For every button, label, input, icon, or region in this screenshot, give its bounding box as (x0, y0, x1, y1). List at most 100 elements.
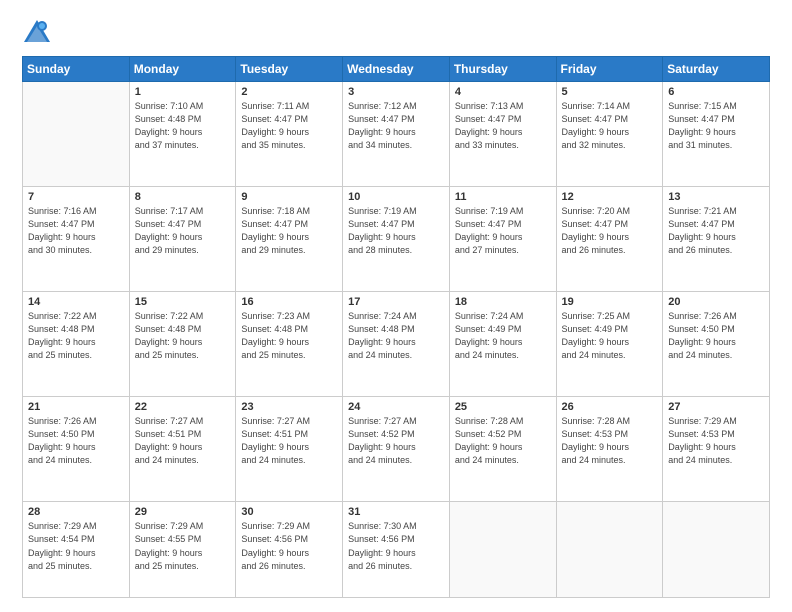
calendar-cell: 20 Sunrise: 7:26 AM Sunset: 4:50 PM Dayli… (663, 292, 770, 397)
day-info: Sunrise: 7:29 AM Sunset: 4:54 PM Dayligh… (28, 520, 124, 572)
calendar-cell (556, 502, 663, 598)
calendar-cell: 21Sunrise: 7:26 AM Sunset: 4:50 PM Dayli… (23, 397, 130, 502)
day-info: Sunrise: 7:11 AM Sunset: 4:47 PM Dayligh… (241, 100, 337, 152)
day-info: Sunrise: 7:21 AM Sunset: 4:47 PM Dayligh… (668, 205, 764, 257)
calendar-cell: 5 Sunrise: 7:14 AM Sunset: 4:47 PM Daylig… (556, 82, 663, 187)
day-info: Sunrise: 7:26 AM Sunset: 4:50 PM Dayligh… (28, 415, 124, 467)
day-number: 7 (28, 191, 124, 203)
day-number: 29 (135, 506, 231, 518)
header (22, 18, 770, 46)
day-number: 16 (241, 296, 337, 308)
calendar-cell: 28 Sunrise: 7:29 AM Sunset: 4:54 PM Dayli… (23, 502, 130, 598)
calendar-cell: 15 Sunrise: 7:22 AM Sunset: 4:48 PM Dayli… (129, 292, 236, 397)
day-info: Sunrise: 7:29 AM Sunset: 4:53 PM Dayligh… (668, 415, 764, 467)
day-number: 1 (135, 86, 231, 98)
calendar-cell: 17 Sunrise: 7:24 AM Sunset: 4:48 PM Dayli… (343, 292, 450, 397)
calendar-cell: 25 Sunrise: 7:28 AM Sunset: 4:52 PM Dayli… (449, 397, 556, 502)
day-info: Sunrise: 7:30 AM Sunset: 4:56 PM Dayligh… (348, 520, 444, 572)
calendar-cell: 6 Sunrise: 7:15 AM Sunset: 4:47 PM Daylig… (663, 82, 770, 187)
day-number: 27 (668, 401, 764, 413)
day-info: Sunrise: 7:22 AM Sunset: 4:48 PM Dayligh… (135, 310, 231, 362)
day-info: Sunrise: 7:25 AM Sunset: 4:49 PM Dayligh… (562, 310, 658, 362)
day-number: 4 (455, 86, 551, 98)
calendar-cell: 1 Sunrise: 7:10 AM Sunset: 4:48 PM Daylig… (129, 82, 236, 187)
day-number: 17 (348, 296, 444, 308)
day-number: 26 (562, 401, 658, 413)
calendar-cell: 26Sunrise: 7:28 AM Sunset: 4:53 PM Dayli… (556, 397, 663, 502)
day-info: Sunrise: 7:29 AM Sunset: 4:56 PM Dayligh… (241, 520, 337, 572)
day-number: 15 (135, 296, 231, 308)
day-number: 28 (28, 506, 124, 518)
calendar-cell: 22 Sunrise: 7:27 AM Sunset: 4:51 PM Dayli… (129, 397, 236, 502)
calendar-cell: 11 Sunrise: 7:19 AM Sunset: 4:47 PM Dayli… (449, 187, 556, 292)
day-info: Sunrise: 7:18 AM Sunset: 4:47 PM Dayligh… (241, 205, 337, 257)
calendar-week-0: 1 Sunrise: 7:10 AM Sunset: 4:48 PM Daylig… (23, 82, 770, 187)
calendar-week-3: 21Sunrise: 7:26 AM Sunset: 4:50 PM Dayli… (23, 397, 770, 502)
calendar-cell: 3Sunrise: 7:12 AM Sunset: 4:47 PM Daylig… (343, 82, 450, 187)
day-number: 13 (668, 191, 764, 203)
day-number: 23 (241, 401, 337, 413)
calendar-header-tuesday: Tuesday (236, 57, 343, 82)
day-info: Sunrise: 7:22 AM Sunset: 4:48 PM Dayligh… (28, 310, 124, 362)
logo (22, 18, 56, 46)
calendar-cell: 10Sunrise: 7:19 AM Sunset: 4:47 PM Dayli… (343, 187, 450, 292)
day-info: Sunrise: 7:14 AM Sunset: 4:47 PM Dayligh… (562, 100, 658, 152)
calendar-cell: 12 Sunrise: 7:20 AM Sunset: 4:47 PM Dayli… (556, 187, 663, 292)
day-number: 18 (455, 296, 551, 308)
day-number: 11 (455, 191, 551, 203)
day-info: Sunrise: 7:15 AM Sunset: 4:47 PM Dayligh… (668, 100, 764, 152)
calendar-cell: 24 Sunrise: 7:27 AM Sunset: 4:52 PM Dayli… (343, 397, 450, 502)
calendar-cell: 13 Sunrise: 7:21 AM Sunset: 4:47 PM Dayli… (663, 187, 770, 292)
calendar-cell: 2Sunrise: 7:11 AM Sunset: 4:47 PM Daylig… (236, 82, 343, 187)
calendar-header-friday: Friday (556, 57, 663, 82)
calendar-week-2: 14Sunrise: 7:22 AM Sunset: 4:48 PM Dayli… (23, 292, 770, 397)
calendar-cell: 7 Sunrise: 7:16 AM Sunset: 4:47 PM Daylig… (23, 187, 130, 292)
day-info: Sunrise: 7:28 AM Sunset: 4:52 PM Dayligh… (455, 415, 551, 467)
day-info: Sunrise: 7:10 AM Sunset: 4:48 PM Dayligh… (135, 100, 231, 152)
calendar-cell: 4 Sunrise: 7:13 AM Sunset: 4:47 PM Daylig… (449, 82, 556, 187)
calendar-cell: 23Sunrise: 7:27 AM Sunset: 4:51 PM Dayli… (236, 397, 343, 502)
calendar-cell: 14Sunrise: 7:22 AM Sunset: 4:48 PM Dayli… (23, 292, 130, 397)
calendar-cell: 9 Sunrise: 7:18 AM Sunset: 4:47 PM Daylig… (236, 187, 343, 292)
day-number: 6 (668, 86, 764, 98)
day-info: Sunrise: 7:29 AM Sunset: 4:55 PM Dayligh… (135, 520, 231, 572)
day-info: Sunrise: 7:26 AM Sunset: 4:50 PM Dayligh… (668, 310, 764, 362)
day-info: Sunrise: 7:13 AM Sunset: 4:47 PM Dayligh… (455, 100, 551, 152)
day-info: Sunrise: 7:27 AM Sunset: 4:51 PM Dayligh… (135, 415, 231, 467)
day-info: Sunrise: 7:20 AM Sunset: 4:47 PM Dayligh… (562, 205, 658, 257)
calendar-cell (23, 82, 130, 187)
calendar-week-1: 7 Sunrise: 7:16 AM Sunset: 4:47 PM Daylig… (23, 187, 770, 292)
calendar-header-saturday: Saturday (663, 57, 770, 82)
day-number: 10 (348, 191, 444, 203)
calendar-header-row: SundayMondayTuesdayWednesdayThursdayFrid… (23, 57, 770, 82)
calendar-week-4: 28 Sunrise: 7:29 AM Sunset: 4:54 PM Dayli… (23, 502, 770, 598)
calendar-cell (663, 502, 770, 598)
page: SundayMondayTuesdayWednesdayThursdayFrid… (0, 0, 792, 612)
day-number: 25 (455, 401, 551, 413)
logo-icon (22, 18, 52, 46)
day-number: 24 (348, 401, 444, 413)
calendar-header-sunday: Sunday (23, 57, 130, 82)
day-number: 19 (562, 296, 658, 308)
day-info: Sunrise: 7:24 AM Sunset: 4:49 PM Dayligh… (455, 310, 551, 362)
day-number: 31 (348, 506, 444, 518)
day-info: Sunrise: 7:27 AM Sunset: 4:52 PM Dayligh… (348, 415, 444, 467)
calendar-cell: 30 Sunrise: 7:29 AM Sunset: 4:56 PM Dayli… (236, 502, 343, 598)
day-number: 22 (135, 401, 231, 413)
day-number: 12 (562, 191, 658, 203)
calendar-table: SundayMondayTuesdayWednesdayThursdayFrid… (22, 56, 770, 598)
day-info: Sunrise: 7:19 AM Sunset: 4:47 PM Dayligh… (455, 205, 551, 257)
day-number: 8 (135, 191, 231, 203)
day-number: 5 (562, 86, 658, 98)
day-number: 3 (348, 86, 444, 98)
day-info: Sunrise: 7:24 AM Sunset: 4:48 PM Dayligh… (348, 310, 444, 362)
calendar-cell (449, 502, 556, 598)
calendar-cell: 31 Sunrise: 7:30 AM Sunset: 4:56 PM Dayli… (343, 502, 450, 598)
day-info: Sunrise: 7:16 AM Sunset: 4:47 PM Dayligh… (28, 205, 124, 257)
calendar-cell: 27 Sunrise: 7:29 AM Sunset: 4:53 PM Dayli… (663, 397, 770, 502)
day-number: 20 (668, 296, 764, 308)
day-number: 9 (241, 191, 337, 203)
day-number: 30 (241, 506, 337, 518)
calendar-cell: 8Sunrise: 7:17 AM Sunset: 4:47 PM Daylig… (129, 187, 236, 292)
calendar-cell: 29 Sunrise: 7:29 AM Sunset: 4:55 PM Dayli… (129, 502, 236, 598)
